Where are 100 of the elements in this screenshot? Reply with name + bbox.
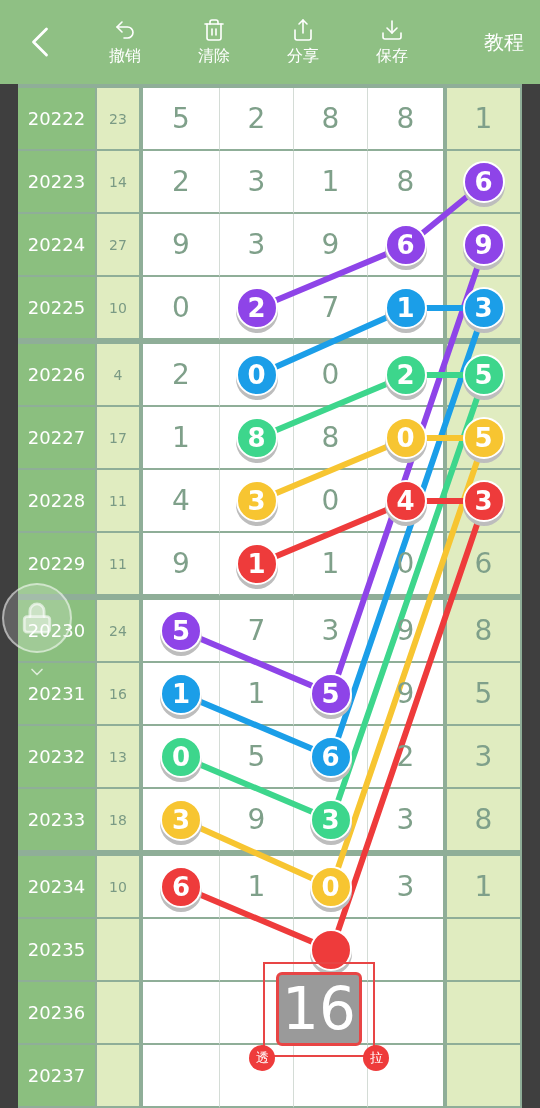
digit: 1 [321, 165, 340, 198]
digit-cell[interactable]: 3 [447, 726, 522, 789]
clear-button[interactable]: 清除 [169, 0, 258, 84]
digit: 1 [321, 547, 340, 580]
digit: 3 [396, 803, 415, 836]
digit-cell[interactable]: 1 [294, 151, 368, 214]
share-button[interactable]: 分享 [258, 0, 347, 84]
digit-cell[interactable]: 8 [447, 789, 522, 852]
sum-value: 11 [109, 555, 127, 572]
trash-icon [201, 17, 226, 42]
digit-cell[interactable]: 1 [143, 407, 220, 470]
save-button[interactable]: 保存 [347, 0, 436, 84]
digit-cell[interactable]: 0 [143, 726, 220, 789]
sum-value: 10 [109, 299, 127, 316]
selected-number: 16 [276, 972, 362, 1046]
digit-cell[interactable]: 0 [143, 277, 220, 340]
digit: 8 [474, 803, 493, 836]
digit: 1 [247, 870, 266, 903]
digit: 8 [396, 165, 415, 198]
tutorial-button[interactable]: 教程 [484, 28, 524, 56]
undo-button[interactable]: 撤销 [80, 0, 169, 84]
digit: 5 [172, 102, 190, 135]
digit-cell[interactable]: 6 [143, 856, 220, 919]
period-number: 20233 [27, 809, 86, 830]
digit-cell[interactable]: 7 [294, 277, 368, 340]
digit-cell[interactable]: 1 [220, 856, 294, 919]
digit: 9 [321, 228, 340, 261]
period-number: 20236 [27, 1002, 86, 1023]
sum-value: 14 [109, 173, 127, 190]
digit: 9 [396, 614, 415, 647]
digit-cell[interactable]: 3 [143, 789, 220, 852]
digit-cell[interactable]: 3 [220, 151, 294, 214]
digit-cell[interactable]: 1 [220, 533, 294, 596]
sum-value: 4 [113, 366, 123, 383]
digit-cell[interactable]: 0 [294, 344, 368, 407]
digit-cell[interactable]: 0 [220, 344, 294, 407]
sum-value: 13 [109, 748, 127, 765]
digit-cell[interactable]: 9 [220, 789, 294, 852]
period-number: 20235 [27, 939, 86, 960]
period-number: 20232 [27, 746, 86, 767]
digit-cell[interactable]: 9 [143, 533, 220, 596]
digit-cell[interactable]: 5 [143, 600, 220, 663]
digit: 8 [321, 102, 340, 135]
digit: 8 [321, 421, 340, 454]
digit-cell[interactable]: 3 [220, 214, 294, 277]
digit: 3 [247, 228, 266, 261]
sum-value: 23 [109, 110, 127, 127]
digit: 3 [321, 614, 340, 647]
digit: 0 [172, 291, 190, 324]
digit-cell[interactable]: 2 [220, 88, 294, 151]
period-number: 20237 [27, 1065, 86, 1086]
sum-value: 16 [109, 685, 127, 702]
digit-cell[interactable]: 2 [143, 151, 220, 214]
digit-cell[interactable]: 3 [220, 470, 294, 533]
digit-cell[interactable]: 2 [143, 344, 220, 407]
digit-cell[interactable]: 3 [294, 600, 368, 663]
digit: 1 [474, 870, 493, 903]
digit: 0 [321, 484, 340, 517]
digit: 6 [474, 547, 493, 580]
digit: 1 [474, 102, 493, 135]
period-number: 20226 [27, 364, 86, 385]
digit: 9 [172, 228, 190, 261]
digit: 9 [247, 803, 266, 836]
digit-cell[interactable]: 5 [447, 663, 522, 726]
digit: 0 [321, 358, 340, 391]
digit-cell[interactable]: 1 [447, 88, 522, 151]
digit: 3 [474, 740, 493, 773]
digit: 8 [474, 614, 493, 647]
sum-value: 27 [109, 236, 127, 253]
sum-value: 10 [109, 878, 127, 895]
sum-value: 24 [109, 622, 127, 639]
digit: 7 [247, 614, 266, 647]
digit: 1 [247, 677, 266, 710]
sum-value: 18 [109, 811, 127, 828]
digit: 3 [396, 870, 415, 903]
digit-cell[interactable]: 1 [143, 663, 220, 726]
digit: 4 [172, 484, 190, 517]
period-number: 20223 [27, 171, 86, 192]
period-number: 20228 [27, 490, 86, 511]
digit: 2 [247, 102, 266, 135]
digit: 5 [474, 677, 493, 710]
digit: 2 [172, 358, 190, 391]
digit-cell[interactable]: 1 [447, 856, 522, 919]
digit-cell[interactable]: 9 [143, 214, 220, 277]
digit-cell[interactable]: 1 [294, 533, 368, 596]
digit: 2 [172, 165, 190, 198]
digit-cell[interactable]: 9 [447, 214, 522, 277]
digit-cell[interactable]: 5 [143, 88, 220, 151]
download-icon [379, 17, 404, 42]
digit-cell[interactable]: 8 [220, 407, 294, 470]
digit: 7 [321, 291, 340, 324]
digit-cell[interactable]: 4 [143, 470, 220, 533]
digit-cell[interactable]: 6 [447, 151, 522, 214]
period-number: 20230 [27, 620, 86, 641]
digit-cell[interactable]: 7 [220, 600, 294, 663]
digit-cell[interactable]: 2 [220, 277, 294, 340]
digit-cell[interactable]: 8 [447, 600, 522, 663]
digit-cell[interactable]: 8 [294, 88, 368, 151]
digit-cell[interactable]: 3 [447, 277, 522, 340]
digit-cell[interactable]: 9 [294, 214, 368, 277]
